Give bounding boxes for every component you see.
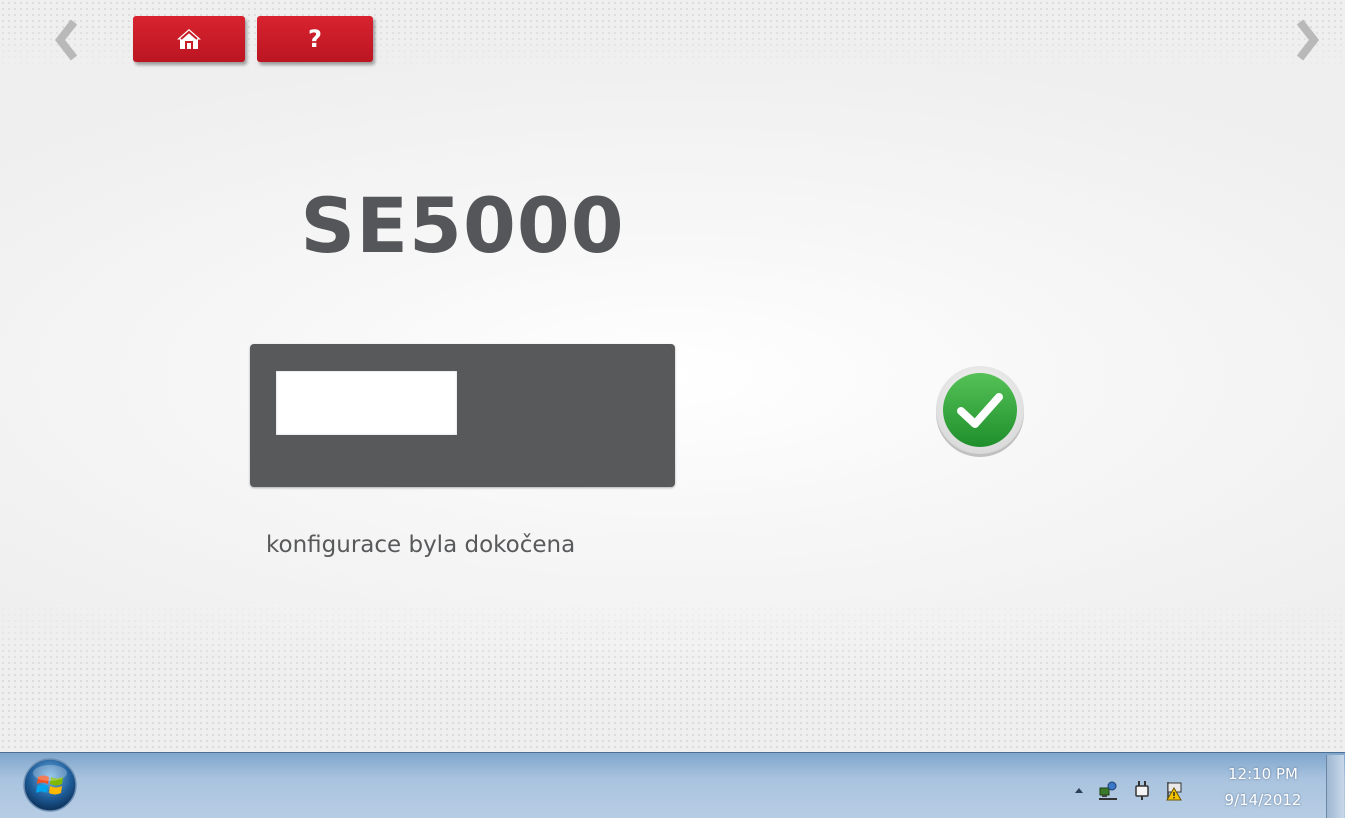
device-title: SE5000 xyxy=(300,181,625,270)
next-page-button[interactable] xyxy=(1290,16,1326,64)
clock-time: 12:10 PM xyxy=(1228,765,1298,783)
taskbar-clock[interactable]: 12:10 PM 9/14/2012 xyxy=(1212,761,1314,813)
power-tray-icon[interactable] xyxy=(1131,779,1153,801)
chevron-right-icon xyxy=(1296,19,1320,61)
display-window xyxy=(276,371,457,435)
action-center-flag-icon xyxy=(1166,782,1182,801)
checkmark-success-icon xyxy=(930,360,1030,460)
dot-pattern-bottom xyxy=(0,600,1345,752)
previous-page-button[interactable] xyxy=(48,16,84,64)
network-icon xyxy=(1099,781,1117,800)
start-button[interactable] xyxy=(22,757,78,813)
action-center-tray-icon[interactable] xyxy=(1163,779,1187,801)
help-button-label: ? xyxy=(308,25,322,53)
windows-taskbar: 12:10 PM 9/14/2012 xyxy=(0,752,1345,818)
windows-start-orb-icon xyxy=(23,758,77,812)
chevron-left-icon xyxy=(54,19,78,61)
clock-date: 9/14/2012 xyxy=(1224,791,1302,809)
show-hidden-icons-button[interactable] xyxy=(1072,779,1086,801)
home-icon xyxy=(177,29,201,49)
show-desktop-button[interactable] xyxy=(1326,755,1344,818)
status-message: konfigurace byla dokočena xyxy=(266,532,576,558)
power-plug-icon xyxy=(1135,781,1149,800)
network-tray-icon[interactable] xyxy=(1096,779,1120,801)
home-button[interactable] xyxy=(133,16,245,62)
app-window: ? SE5000 konfigurace byla dokočena xyxy=(0,0,1345,752)
chevron-up-icon xyxy=(1075,788,1083,793)
tachograph-display-panel xyxy=(250,344,675,487)
help-button[interactable]: ? xyxy=(257,16,373,62)
